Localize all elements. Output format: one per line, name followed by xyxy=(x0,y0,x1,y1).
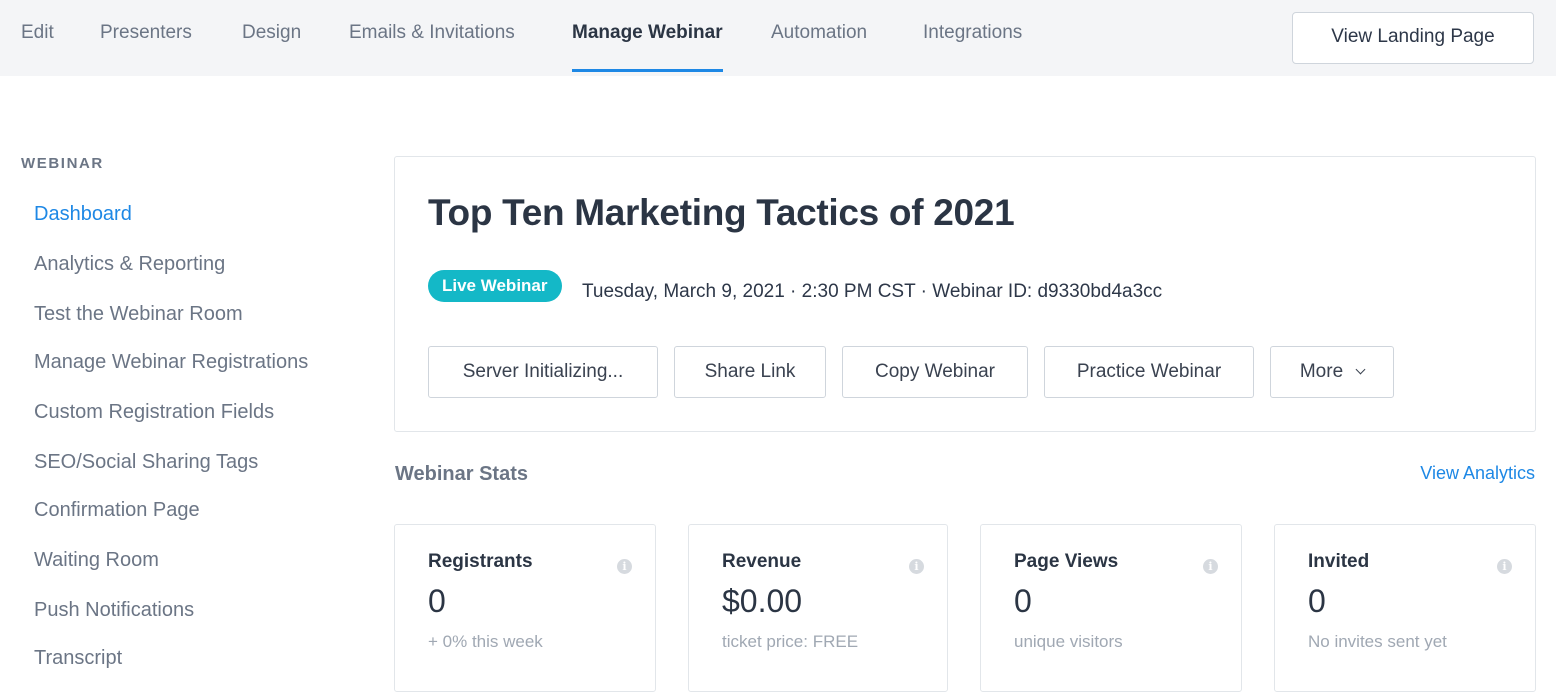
stat-label: Registrants xyxy=(428,551,533,572)
sidebar-item-test-webinar-room[interactable]: Test the Webinar Room xyxy=(34,303,243,326)
info-icon[interactable]: i xyxy=(1497,559,1512,574)
stat-card-revenue: Revenue i $0.00 ticket price: FREE xyxy=(688,524,948,692)
stat-value: 0 xyxy=(1014,583,1032,619)
sidebar-header: WEBINAR xyxy=(21,155,104,172)
sidebar-item-analytics-reporting[interactable]: Analytics & Reporting xyxy=(34,253,225,276)
stat-value: 0 xyxy=(1308,583,1326,619)
share-link-button[interactable]: Share Link xyxy=(674,346,826,398)
more-label: More xyxy=(1299,361,1344,382)
top-nav: Edit Presenters Design Emails & Invitati… xyxy=(0,0,1556,76)
stat-sub: + 0% this week xyxy=(428,632,543,651)
chevron-down-icon xyxy=(1355,364,1366,375)
sidebar-item-seo-social-tags[interactable]: SEO/Social Sharing Tags xyxy=(34,451,258,474)
more-dropdown-button[interactable]: More xyxy=(1270,346,1394,398)
sidebar-item-custom-registration-fields[interactable]: Custom Registration Fields xyxy=(34,401,274,424)
sidebar-item-waiting-room[interactable]: Waiting Room xyxy=(34,549,159,572)
tab-integrations[interactable]: Integrations xyxy=(923,0,1022,76)
info-icon[interactable]: i xyxy=(617,559,632,574)
tab-automation[interactable]: Automation xyxy=(771,0,867,76)
sidebar-item-push-notifications[interactable]: Push Notifications xyxy=(34,599,194,622)
stat-card-invited: Invited i 0 No invites sent yet xyxy=(1274,524,1536,692)
info-icon[interactable]: i xyxy=(909,559,924,574)
server-initializing-button[interactable]: Server Initializing... xyxy=(428,346,658,398)
stat-value: $0.00 xyxy=(722,583,803,619)
sidebar-item-manage-registrations[interactable]: Manage Webinar Registrations xyxy=(34,351,308,374)
copy-webinar-button[interactable]: Copy Webinar xyxy=(842,346,1028,398)
view-analytics-link[interactable]: View Analytics xyxy=(1420,463,1535,484)
stat-label: Revenue xyxy=(722,551,802,572)
stat-sub: No invites sent yet xyxy=(1308,632,1447,651)
webinar-meta: Tuesday, March 9, 2021 · 2:30 PM CST · W… xyxy=(582,281,1163,302)
tab-presenters[interactable]: Presenters xyxy=(100,0,192,76)
status-badge: Live Webinar xyxy=(428,270,562,302)
stat-sub: ticket price: FREE xyxy=(722,632,859,651)
webinar-title: Top Ten Marketing Tactics of 2021 xyxy=(428,192,1015,233)
view-landing-page-button[interactable]: View Landing Page xyxy=(1292,12,1534,64)
stats-title: Webinar Stats xyxy=(395,463,528,485)
tab-manage-webinar[interactable]: Manage Webinar xyxy=(572,0,723,76)
stat-value: 0 xyxy=(428,583,446,619)
sidebar-item-dashboard[interactable]: Dashboard xyxy=(34,203,132,226)
tab-edit[interactable]: Edit xyxy=(21,0,54,76)
tab-design[interactable]: Design xyxy=(242,0,301,76)
stat-card-registrants: Registrants i 0 + 0% this week xyxy=(394,524,656,692)
stat-sub: unique visitors xyxy=(1014,632,1123,651)
practice-webinar-button[interactable]: Practice Webinar xyxy=(1044,346,1254,398)
stat-label: Invited xyxy=(1308,551,1370,572)
stat-card-page-views: Page Views i 0 unique visitors xyxy=(980,524,1242,692)
sidebar-item-transcript[interactable]: Transcript xyxy=(34,647,122,670)
tab-emails-invitations[interactable]: Emails & Invitations xyxy=(349,0,515,76)
sidebar-item-confirmation-page[interactable]: Confirmation Page xyxy=(34,499,200,522)
stat-label: Page Views xyxy=(1014,551,1119,572)
info-icon[interactable]: i xyxy=(1203,559,1218,574)
